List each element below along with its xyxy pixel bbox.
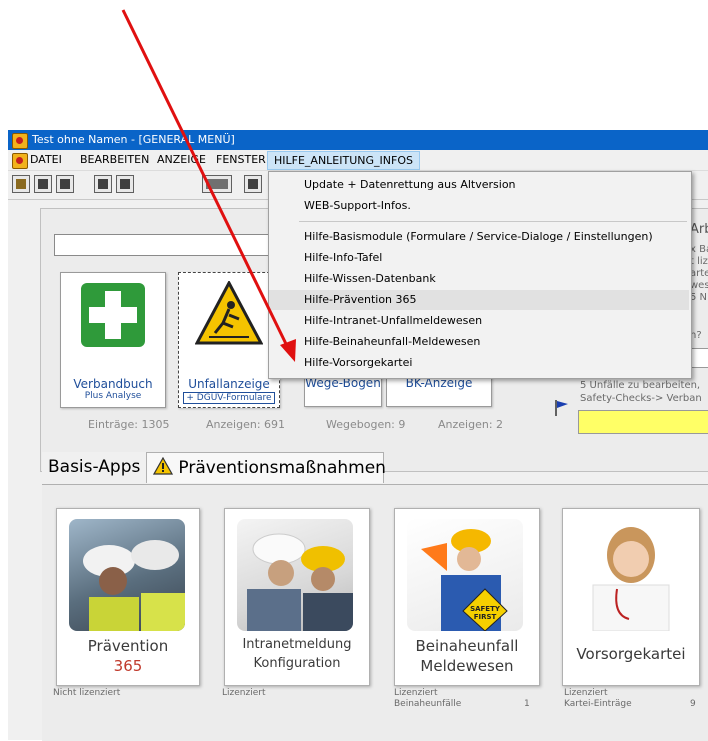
annotation-arrow bbox=[121, 9, 296, 362]
